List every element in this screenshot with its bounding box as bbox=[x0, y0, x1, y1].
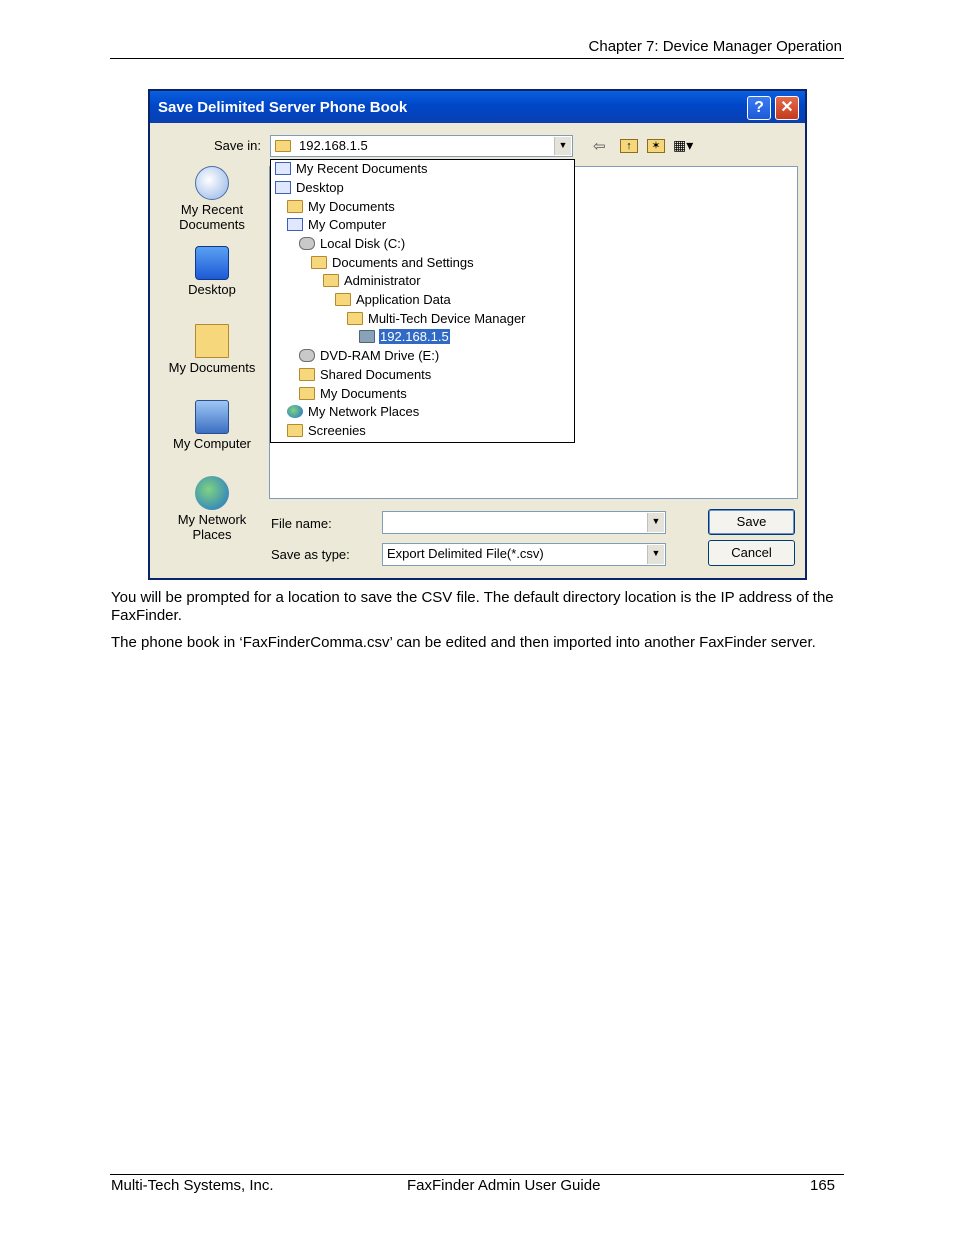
file-name-label: File name: bbox=[271, 516, 332, 531]
chevron-down-icon[interactable]: ▼ bbox=[647, 545, 664, 564]
save-button[interactable]: Save bbox=[708, 509, 795, 535]
dropdown-item-my-computer[interactable]: My Computer bbox=[287, 216, 387, 234]
place-recent-documents[interactable]: My Recent Documents bbox=[162, 166, 262, 232]
footer-page-number: 165 bbox=[810, 1177, 836, 1194]
body-paragraph-2: The phone book in ‘FaxFinderComma.csv’ c… bbox=[111, 634, 816, 651]
save-in-label: Save in: bbox=[214, 138, 261, 153]
save-in-dropdown[interactable]: My Recent Documents Desktop My Documents… bbox=[270, 159, 575, 443]
footer-guide-title: FaxFinder Admin User Guide bbox=[407, 1177, 601, 1194]
dropdown-item-label: Screenies bbox=[308, 423, 366, 438]
folder-icon bbox=[299, 387, 315, 400]
folder-icon bbox=[287, 200, 303, 213]
chevron-down-icon[interactable]: ▼ bbox=[647, 513, 664, 532]
place-label: My Computer bbox=[172, 436, 252, 451]
dropdown-item-recent[interactable]: My Recent Documents bbox=[275, 160, 429, 178]
computer-icon bbox=[287, 218, 303, 231]
place-label-2: Documents bbox=[179, 217, 245, 232]
folder-icon bbox=[287, 424, 303, 437]
folder-icon bbox=[275, 140, 291, 152]
dropdown-item-label: My Recent Documents bbox=[296, 161, 428, 176]
dropdown-item-label: Desktop bbox=[296, 180, 344, 195]
place-label-2: Places bbox=[192, 527, 232, 542]
footer-rule bbox=[110, 1174, 844, 1175]
recent-icon bbox=[275, 162, 291, 175]
dropdown-item-label: My Documents bbox=[320, 386, 407, 401]
place-label: My Documents bbox=[168, 360, 256, 375]
place-my-documents[interactable]: My Documents bbox=[162, 324, 262, 375]
place-label: Desktop bbox=[188, 282, 236, 297]
header-rule bbox=[110, 58, 844, 59]
dropdown-item-dvd-drive[interactable]: DVD-RAM Drive (E:) bbox=[299, 347, 440, 365]
dropdown-item-screenies[interactable]: Screenies bbox=[287, 422, 367, 440]
dropdown-item-application-data[interactable]: Application Data bbox=[335, 291, 452, 309]
dropdown-item-label: Local Disk (C:) bbox=[320, 236, 406, 251]
desktop-icon bbox=[195, 246, 229, 280]
place-network-places[interactable]: My Network Places bbox=[162, 476, 262, 542]
dropdown-item-ip-folder[interactable]: 192.168.1.5 bbox=[359, 328, 450, 346]
place-my-computer[interactable]: My Computer bbox=[162, 400, 262, 451]
dropdown-item-label: Shared Documents bbox=[320, 367, 432, 382]
place-desktop[interactable]: Desktop bbox=[162, 246, 262, 297]
up-folder-icon[interactable]: ↑ bbox=[620, 139, 638, 153]
desktop-icon bbox=[275, 181, 291, 194]
save-dialog: Save Delimited Server Phone Book ? ✕ Sav… bbox=[148, 89, 807, 580]
dropdown-item-my-documents[interactable]: My Documents bbox=[287, 198, 396, 216]
dropdown-item-label: My Computer bbox=[308, 217, 387, 232]
back-icon[interactable]: ⇦ bbox=[593, 137, 606, 155]
recent-documents-icon bbox=[195, 166, 229, 200]
place-label: My Recent bbox=[180, 202, 244, 217]
dropdown-item-label: 192.168.1.5 bbox=[379, 329, 450, 344]
dropdown-item-local-disk[interactable]: Local Disk (C:) bbox=[299, 235, 406, 253]
save-as-type-value: Export Delimited File(*.csv) bbox=[387, 546, 544, 561]
dvd-drive-icon bbox=[299, 349, 315, 362]
save-as-type-select[interactable]: Export Delimited File(*.csv) ▼ bbox=[382, 543, 666, 566]
cancel-button[interactable]: Cancel bbox=[708, 540, 795, 566]
dropdown-item-my-documents-2[interactable]: My Documents bbox=[299, 385, 408, 403]
dropdown-item-network-places[interactable]: My Network Places bbox=[287, 403, 420, 421]
chevron-down-icon[interactable]: ▼ bbox=[554, 137, 571, 155]
dropdown-item-label: My Network Places bbox=[308, 404, 420, 419]
folder-icon bbox=[311, 256, 327, 269]
save-in-value: 192.168.1.5 bbox=[299, 138, 368, 153]
dropdown-item-desktop[interactable]: Desktop bbox=[275, 179, 345, 197]
folder-icon bbox=[347, 312, 363, 325]
dropdown-item-label: DVD-RAM Drive (E:) bbox=[320, 348, 440, 363]
folder-open-icon bbox=[359, 330, 375, 343]
folder-icon bbox=[323, 274, 339, 287]
dropdown-item-label: Administrator bbox=[344, 273, 421, 288]
save-as-type-label: Save as type: bbox=[271, 547, 350, 562]
dropdown-item-device-manager[interactable]: Multi-Tech Device Manager bbox=[347, 310, 527, 328]
dialog-title: Save Delimited Server Phone Book bbox=[158, 99, 408, 116]
dropdown-item-label: My Documents bbox=[308, 199, 395, 214]
new-folder-icon[interactable]: ✶ bbox=[647, 139, 665, 153]
dropdown-item-label: Documents and Settings bbox=[332, 255, 474, 270]
my-computer-icon bbox=[195, 400, 229, 434]
drive-icon bbox=[299, 237, 315, 250]
footer-company: Multi-Tech Systems, Inc. bbox=[111, 1177, 274, 1194]
help-button[interactable]: ? bbox=[747, 96, 771, 120]
dropdown-item-documents-settings[interactable]: Documents and Settings bbox=[311, 254, 475, 272]
folder-icon bbox=[335, 293, 351, 306]
network-icon bbox=[287, 405, 303, 418]
file-name-input[interactable]: ▼ bbox=[382, 511, 666, 534]
network-places-icon bbox=[195, 476, 229, 510]
my-documents-icon bbox=[195, 324, 229, 358]
dropdown-item-shared-documents[interactable]: Shared Documents bbox=[299, 366, 432, 384]
place-label: My Network bbox=[177, 512, 247, 527]
dropdown-item-administrator[interactable]: Administrator bbox=[323, 272, 422, 290]
view-menu-icon[interactable]: ▦▾ bbox=[673, 137, 693, 154]
folder-icon bbox=[299, 368, 315, 381]
chapter-header: Chapter 7: Device Manager Operation bbox=[588, 38, 842, 55]
close-button[interactable]: ✕ bbox=[775, 96, 799, 120]
dropdown-item-label: Multi-Tech Device Manager bbox=[368, 311, 526, 326]
dropdown-item-label: Application Data bbox=[356, 292, 451, 307]
save-in-combo[interactable]: 192.168.1.5 ▼ bbox=[270, 135, 573, 157]
body-paragraph-1: You will be prompted for a location to s… bbox=[111, 589, 834, 624]
title-bar: Save Delimited Server Phone Book ? ✕ bbox=[150, 91, 805, 123]
